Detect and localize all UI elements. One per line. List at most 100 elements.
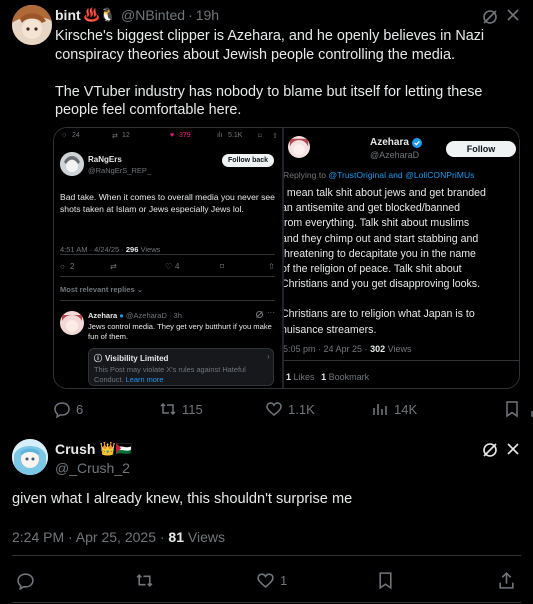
reply-button[interactable] [16,571,35,590]
reply-text: Jews control media. They get very butthu… [88,322,272,341]
repost-icon[interactable]: ⇄ [110,262,117,271]
avatar[interactable] [12,439,48,475]
reply-icon: ○ [62,132,67,139]
post-text-line: from everything. Talk shit about muslims [284,217,470,230]
tweet-paragraph: The VTuber industry has nobody to blame … [55,83,483,119]
views-label: Views [187,529,225,545]
like-button[interactable]: 1 [256,571,287,590]
post-meta: 5:05 pm · 24 Apr 25 · 302 Views [284,344,411,354]
views-button[interactable]: 14K [371,400,417,418]
more-icon[interactable] [506,8,520,22]
post-time: 5:05 pm · 24 Apr 25 · [284,344,368,354]
reply-author-handle[interactable]: @AzeharaD · 3h [126,311,182,320]
stat-reposts: 12 [122,132,130,139]
display-name[interactable]: Crush [55,441,95,457]
views-count: 302 [370,344,386,354]
share-icon[interactable]: ⇧ [268,262,275,271]
author-name[interactable]: Azehara [370,137,409,148]
verified-badge-icon [411,137,422,148]
reply-icon [17,573,34,590]
timestamp[interactable]: 19h [196,7,219,23]
bookmark-button[interactable] [376,571,395,590]
grok-icon[interactable] [481,8,499,26]
share-button[interactable] [497,571,516,590]
tweet-text: Kirsche's biggest clipper is Azehara, an… [55,27,525,138]
avatar[interactable] [288,136,310,158]
screenshot-right[interactable]: Azehara @AzeharaD Follow Replying to @Tr… [284,128,519,388]
more-icon[interactable]: ··· [267,308,275,317]
screenshot-left[interactable]: ○ 24 ⇄ 12 ♥ 379 ılı 5.1K ⌑ ⇧ RaNgErs @Ra… [54,128,282,388]
author-handle[interactable]: @RaNgErS_REP_ [88,166,151,175]
post-meta: 4:51 AM · 4/24/25 · 296 Views [60,245,160,254]
author-name[interactable]: RaNgErs [88,155,122,164]
repost-icon: ⇄ [112,133,118,140]
divider [60,276,275,277]
replying-prefix: Replying to [284,170,326,180]
most-relevant-toggle[interactable]: Most relevant replies ⌄ [60,285,143,294]
repost-count: 115 [182,401,203,417]
post-time[interactable]: 2:24 PM · Apr 25, 2025 · [12,529,165,545]
views-icon [373,404,387,415]
more-icon[interactable] [506,442,520,456]
follow-back-button[interactable]: Follow back [222,154,274,167]
author-handle[interactable]: @AzeharaD [370,150,419,160]
stat-views: 5.1K [228,132,243,139]
post-text-line: Christians and you get disapproving look… [284,278,481,291]
repost-button[interactable]: 115 [159,400,203,418]
post-text-line: I mean talk shit about jews and get bran… [284,187,486,199]
views-count: 81 [168,529,184,545]
follow-button[interactable]: Follow [446,141,516,157]
tweet-paragraph: Kirsche's biggest clipper is Azehara, an… [55,28,485,63]
post-text-line: nuisance streamers. [284,323,377,336]
media-grid[interactable]: ○ 24 ⇄ 12 ♥ 379 ılı 5.1K ⌑ ⇧ RaNgErs @Ra… [53,127,520,389]
learn-more-link[interactable]: Learn more [126,375,164,384]
views-count: 296 [125,245,139,254]
heart-icon [257,573,274,588]
stat-replies: 24 [72,132,80,139]
grok-icon[interactable] [481,441,499,459]
bookmarks-count: 1 [321,372,327,382]
repost-icon [136,574,153,587]
handle[interactable]: @NBinted [121,7,185,23]
repost-button[interactable] [135,571,154,590]
tweet-header: bint ♨️🐧 @NBinted · 19h [55,7,219,23]
grok-icon[interactable] [255,310,264,319]
share-button[interactable] [529,400,533,418]
repost-icon [160,402,176,416]
avatar[interactable] [60,311,84,335]
bookmark-icon[interactable]: ⌑ [220,262,224,271]
name-emojis: 👑🇵🇸 [99,441,132,456]
divider [60,300,275,301]
post-text: I mean talk shit about jews and get bran… [284,186,519,338]
handle[interactable]: @_Crush_2 [55,460,130,476]
like-icon[interactable]: ♡ [165,262,172,271]
share-icon [531,411,533,417]
engagement-row: 1 Likes 1 Bookmark [286,372,369,382]
display-name[interactable]: bint [55,7,81,23]
reply-count: 6 [76,401,84,417]
reply-icon[interactable]: ○ [60,262,65,271]
bookmark-button[interactable] [503,400,521,418]
action-row: ○ 2 ⇄ ♡ 4 ⌑ ⇧ [60,262,275,272]
avatar[interactable] [12,5,52,45]
reply-button[interactable]: 6 [53,400,83,418]
reply-header: Azehara ● @AzeharaD · 3h [88,311,182,320]
bookmarks-label[interactable]: Bookmark [329,372,370,382]
avatar[interactable] [60,152,84,176]
info-icon: ⓘ [94,354,102,363]
replying-to: Replying to @TrustOriginal and @LoliCONP… [284,170,474,180]
notice-body: This Post may violate X's rules against … [94,365,270,384]
replying-to-links[interactable]: @TrustOriginal and @LoliCONPriMUs [328,170,474,180]
reply-icon [54,402,70,418]
visibility-limited-notice[interactable]: ⓘ Visibility Limited › This Post may vio… [88,348,274,386]
views-icon: ılı [217,132,223,139]
like-count: 4 [175,262,180,271]
share-icon [499,571,514,589]
post-text-line: of the religion of peace. Talk shit abou… [284,263,462,276]
verified-badge-icon: ● [119,311,124,320]
tweet-text: given what I already knew, this shouldn'… [12,491,353,507]
dot-separator: · [188,7,193,23]
likes-label[interactable]: Likes [294,372,315,382]
like-button[interactable]: 1.1K [265,400,315,418]
reply-author-name[interactable]: Azehara [88,311,117,320]
